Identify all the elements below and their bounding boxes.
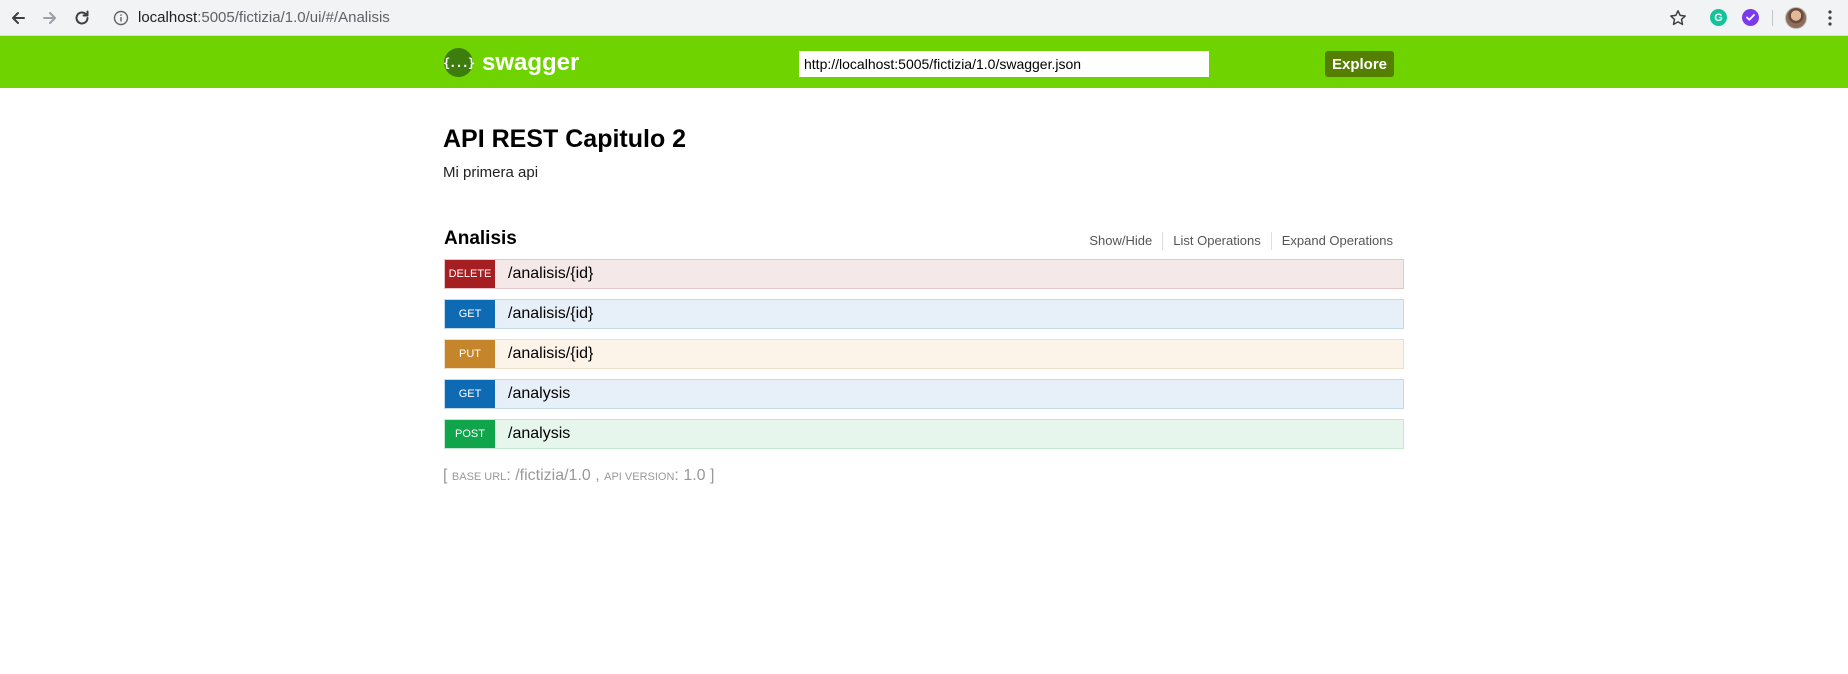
- operation-post-analysis[interactable]: POST /analysis: [444, 419, 1404, 449]
- http-method-badge[interactable]: PUT: [445, 340, 495, 368]
- footer-close-bracket: ]: [710, 467, 715, 484]
- swagger-header: {...} swagger Explore: [0, 36, 1848, 88]
- operation-path[interactable]: /analisis/{id}: [508, 305, 593, 323]
- api-version-value: : 1.0: [674, 467, 710, 484]
- profile-avatar[interactable]: [1785, 7, 1807, 29]
- show-hide-link[interactable]: Show/Hide: [1079, 232, 1164, 250]
- forward-arrow-icon[interactable]: [37, 5, 63, 31]
- operation-delete-analisis-id[interactable]: DELETE /analisis/{id}: [444, 259, 1404, 289]
- base-url-value: : /fictizia/1.0 ,: [506, 467, 605, 484]
- site-info-icon[interactable]: [112, 9, 130, 27]
- swagger-logo-text: swagger: [482, 48, 580, 76]
- operation-get-analysis[interactable]: GET /analysis: [444, 379, 1404, 409]
- toolbar-divider: [1772, 10, 1773, 26]
- http-method-badge[interactable]: GET: [445, 300, 495, 328]
- footer-open-bracket: [: [443, 467, 452, 484]
- operation-put-analisis-id[interactable]: PUT /analisis/{id}: [444, 339, 1404, 369]
- browser-toolbar: localhost:5005/fictizia/1.0/ui/#/Analisi…: [0, 0, 1848, 36]
- address-bar[interactable]: localhost:5005/fictizia/1.0/ui/#/Analisi…: [138, 8, 390, 28]
- operations-list: DELETE /analisis/{id} GET /analisis/{id}…: [444, 259, 1404, 459]
- resource-options: Show/Hide List Operations Expand Operati…: [1079, 232, 1393, 250]
- operation-path[interactable]: /analisis/{id}: [508, 265, 593, 283]
- base-url-label: base url: [451, 471, 507, 483]
- resource-name[interactable]: Analisis: [444, 227, 517, 251]
- operation-get-analisis-id[interactable]: GET /analisis/{id}: [444, 299, 1404, 329]
- bookmark-star-icon[interactable]: [1667, 7, 1689, 29]
- operation-path[interactable]: /analysis: [508, 385, 570, 403]
- swagger-logo[interactable]: {...} swagger: [443, 48, 580, 77]
- menu-dots-icon[interactable]: [1820, 8, 1840, 28]
- list-operations-link[interactable]: List Operations: [1163, 232, 1272, 250]
- http-method-badge[interactable]: DELETE: [445, 260, 495, 288]
- http-method-badge[interactable]: POST: [445, 420, 495, 448]
- operation-path[interactable]: /analisis/{id}: [508, 345, 593, 363]
- api-title: API REST Capitulo 2: [443, 125, 687, 153]
- api-description: Mi primera api: [443, 164, 539, 181]
- http-method-badge[interactable]: GET: [445, 380, 495, 408]
- grammarly-icon[interactable]: G: [1710, 9, 1727, 26]
- swagger-logo-icon: {...}: [443, 48, 475, 77]
- back-arrow-icon[interactable]: [5, 5, 31, 31]
- expand-operations-link[interactable]: Expand Operations: [1272, 232, 1393, 250]
- operation-path[interactable]: /analysis: [508, 425, 570, 443]
- address-host: localhost: [138, 9, 198, 26]
- address-path: :5005/fictizia/1.0/ui/#/Analisis: [197, 9, 390, 26]
- api-version-label: api version: [604, 471, 675, 483]
- spec-url-input[interactable]: [799, 51, 1209, 77]
- explore-button[interactable]: Explore: [1325, 51, 1394, 77]
- api-footer-info: [ base url: /fictizia/1.0 , api version:…: [443, 466, 714, 487]
- reload-icon[interactable]: [69, 5, 95, 31]
- purple-check-icon[interactable]: [1742, 9, 1759, 26]
